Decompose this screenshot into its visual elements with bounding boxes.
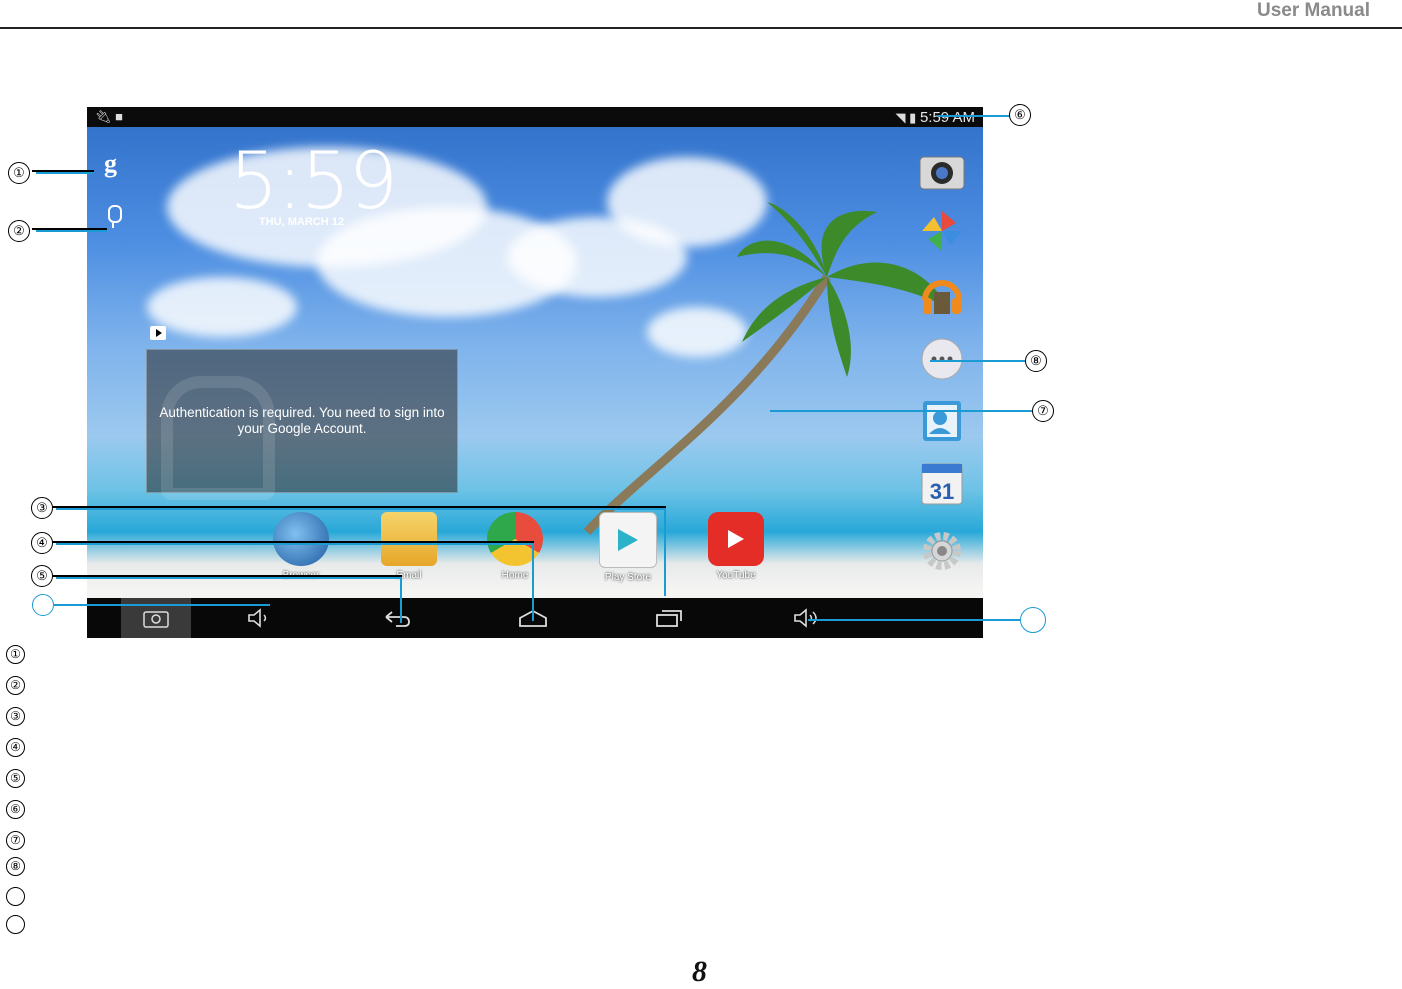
status-time: 5:59 AM xyxy=(919,109,975,126)
status-tray: ◥ ▮ 5:59 AM xyxy=(896,109,975,126)
camera-icon[interactable] xyxy=(918,149,966,193)
youtube-icon xyxy=(708,512,764,566)
callout-line xyxy=(930,360,1025,362)
header-rule xyxy=(0,27,1402,29)
callout-7: ⑦ xyxy=(1032,400,1054,422)
callout-line xyxy=(532,543,534,621)
app-youtube[interactable]: YouTube xyxy=(700,512,772,581)
legend-item-blank xyxy=(6,887,25,906)
callout-blank xyxy=(32,594,54,616)
email-icon xyxy=(381,512,437,566)
volume-down-icon xyxy=(248,608,267,628)
callout-line xyxy=(400,577,402,623)
app-email[interactable]: Email xyxy=(373,512,445,581)
callout-6: ⑥ xyxy=(1009,104,1031,126)
tablet-home-screen: 🔌︎ ■ ◥ ▮ 5:59 AM g 5:59 THU, MARCH 12 Au… xyxy=(87,107,983,638)
callout-3: ③ xyxy=(31,497,53,519)
callout-line xyxy=(36,230,107,232)
account-widget[interactable]: Authentication is required. You need to … xyxy=(146,349,458,500)
legend-item: ④ xyxy=(6,738,25,757)
callout-4: ④ xyxy=(31,532,53,554)
all-apps-icon[interactable] xyxy=(918,337,966,381)
battery-icon: ▮ xyxy=(909,110,917,125)
legend-item: ⑧ xyxy=(6,857,25,876)
app-browser[interactable]: Browser xyxy=(265,512,337,581)
settings-icon[interactable] xyxy=(918,529,966,573)
callout-line xyxy=(36,172,94,174)
callout-line xyxy=(938,115,1010,117)
app-label: YouTube xyxy=(716,570,756,581)
legend-item: ⑦ xyxy=(6,831,25,850)
music-icon[interactable] xyxy=(918,273,966,317)
browser-icon xyxy=(273,512,329,566)
lock-icon xyxy=(161,376,275,500)
volume-up-icon xyxy=(794,608,817,628)
app-label: Play Store xyxy=(604,572,652,583)
legend-item: ① xyxy=(6,645,25,664)
play-store-badge-icon xyxy=(150,326,166,340)
microphone-icon[interactable] xyxy=(108,205,122,228)
header-title: User Manual xyxy=(1257,0,1370,21)
google-search-button[interactable]: g xyxy=(104,149,117,179)
legend-item: ⑤ xyxy=(6,769,25,788)
callout-8: ⑧ xyxy=(1025,350,1047,372)
callout-2: ② xyxy=(8,220,30,242)
callout-line xyxy=(808,619,1020,621)
legend-item: ③ xyxy=(6,707,25,726)
callout-5: ⑤ xyxy=(31,565,53,587)
screenshot-icon xyxy=(143,611,169,628)
photos-icon[interactable] xyxy=(918,209,966,253)
legend-item-blank xyxy=(6,915,25,934)
wifi-icon: ◥ xyxy=(895,110,906,125)
clock-date: THU, MARCH 12 xyxy=(259,216,344,228)
callout-line xyxy=(770,410,1032,412)
usb-icon: 🔌︎ ■ xyxy=(95,109,123,124)
callout-line xyxy=(54,604,270,606)
chrome-icon xyxy=(487,512,543,566)
app-play-store[interactable]: Play Store xyxy=(592,512,664,583)
back-button[interactable] xyxy=(375,598,419,638)
clock-time: 5:59 xyxy=(229,137,398,227)
recent-apps-button[interactable] xyxy=(647,598,691,638)
callout-line xyxy=(664,508,666,596)
recent-apps-icon xyxy=(656,610,682,627)
legend-item: ⑥ xyxy=(6,800,25,819)
callout-blank xyxy=(1020,607,1046,633)
app-home[interactable]: Home xyxy=(479,512,551,581)
callout-1: ① xyxy=(8,162,30,184)
legend-item: ② xyxy=(6,676,25,695)
callout-line xyxy=(56,543,534,545)
back-icon xyxy=(385,611,410,627)
callout-line xyxy=(56,508,666,510)
calendar-icon[interactable]: 31 xyxy=(918,461,966,505)
status-bar: 🔌︎ ■ ◥ ▮ 5:59 AM xyxy=(87,107,983,127)
calendar-day: 31 xyxy=(930,479,954,504)
play-store-icon xyxy=(599,512,657,568)
page-number: 8 xyxy=(692,955,707,988)
app-label: Home xyxy=(501,570,529,581)
contacts-icon[interactable] xyxy=(918,399,966,443)
volume-up-button[interactable] xyxy=(785,598,829,638)
callout-line xyxy=(56,577,402,579)
widget-message: Authentication is required. You need to … xyxy=(159,405,445,436)
